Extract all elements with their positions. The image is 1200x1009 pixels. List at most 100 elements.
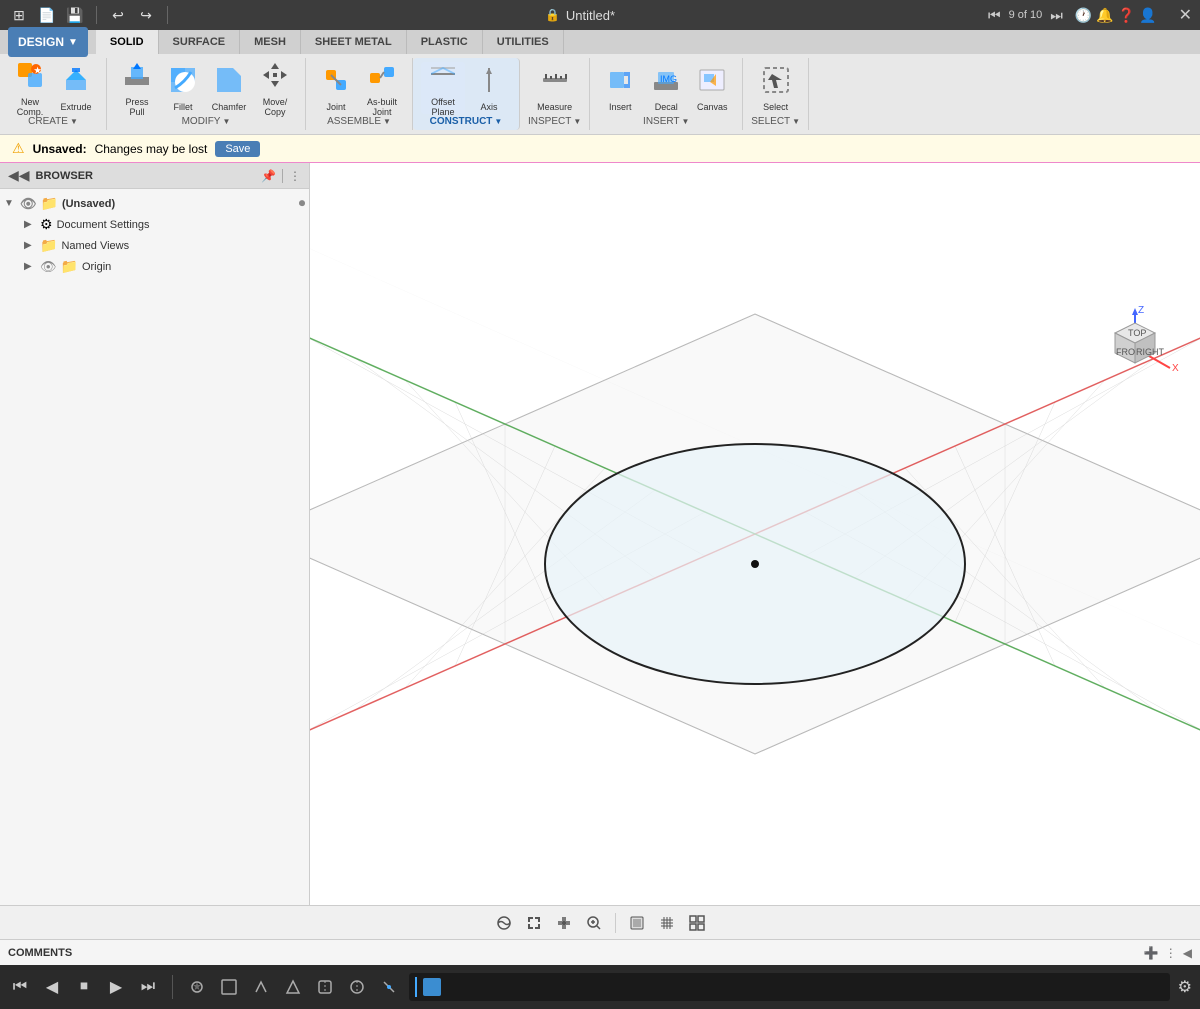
axis-btn[interactable]: Axis (467, 62, 511, 114)
tree-item-origin[interactable]: ▶ 👁 📁 Origin (0, 256, 309, 277)
comments-bar: COMMENTS ➕ ⋮ ◀ (0, 939, 1200, 965)
tree-expand-origin[interactable]: ▶ (24, 261, 36, 272)
timeline-next-btn[interactable]: ▶ (104, 975, 128, 999)
grid-btn[interactable] (654, 910, 680, 936)
undo-btn[interactable]: ↩ (107, 4, 129, 26)
press-pull-btn[interactable]: PressPull (115, 62, 159, 114)
tree-item-doc-settings[interactable]: ▶ ⚙ Document Settings (0, 214, 309, 235)
new-component-btn[interactable]: ★ NewComp. (8, 62, 52, 114)
tree-label-doc-settings: Document Settings (57, 219, 150, 231)
eye-icon-origin[interactable]: 👁 (40, 259, 57, 275)
svg-text:RIGHT: RIGHT (1136, 347, 1165, 357)
unsaved-detail: Changes may be lost (95, 142, 208, 156)
tab-sheet-metal[interactable]: SHEET METAL (301, 30, 407, 54)
orbit-btn[interactable] (491, 910, 517, 936)
tab-plastic[interactable]: PLASTIC (407, 30, 483, 54)
offset-plane-btn[interactable]: OffsetPlane (421, 62, 465, 114)
tab-utilities[interactable]: UTILITIES (483, 30, 564, 54)
inspect-label[interactable]: INSPECT ▼ (528, 116, 581, 127)
tree-item-named-views[interactable]: ▶ 📁 Named Views (0, 235, 309, 256)
unsaved-label: Unsaved: (33, 142, 87, 156)
extrude-btn[interactable]: Extrude (54, 62, 98, 114)
bottom-toolbar (0, 905, 1200, 939)
browser-header: ◀◀ BROWSER 📌 ⋮ (0, 163, 309, 189)
redo-btn[interactable]: ↪ (135, 4, 157, 26)
insert-label[interactable]: INSERT ▼ (643, 116, 689, 127)
ribbon-tabs: DESIGN ▼ SOLID SURFACE MESH SHEET METAL … (0, 30, 1200, 54)
decal-btn[interactable]: IMG Decal (644, 62, 688, 114)
ribbon-content: ★ NewComp. Extrude CREATE ▼ (0, 54, 1200, 134)
sketch-tool-1[interactable] (185, 975, 209, 999)
measure-btn[interactable]: Measure (533, 62, 577, 114)
view-cube[interactable]: Z X TOP FRONT RIGHT (1090, 303, 1180, 393)
tab-mesh[interactable]: MESH (240, 30, 301, 54)
tree-expand-root: ▼ (4, 198, 16, 209)
viewport[interactable]: Z X TOP FRONT RIGHT (310, 163, 1200, 905)
ribbon-group-modify: PressPull Fillet Chamfer (107, 58, 306, 130)
timeline-prev-btn[interactable]: ◀ (40, 975, 64, 999)
browser-panel: ◀◀ BROWSER 📌 ⋮ ▼ 👁 📁 (Unsaved) ⏺ ▶ ⚙ Doc… (0, 163, 310, 905)
asbuilt-btn[interactable]: As-builtJoint (360, 62, 404, 114)
display-mode-btn[interactable] (624, 910, 650, 936)
timeline-last-btn[interactable]: ⏭ (136, 975, 160, 999)
comments-add-btn[interactable]: ➕ (1144, 946, 1159, 960)
tree-expand-doc[interactable]: ▶ (24, 219, 36, 230)
comments-label: COMMENTS (8, 947, 1138, 959)
tab-nav[interactable]: ⏮ 9 of 10 ⏭ 🕐 🔔 ❓ 👤 (988, 7, 1157, 24)
svg-text:TOP: TOP (1128, 328, 1146, 338)
timeline-stop-btn[interactable]: ⏹ (72, 975, 96, 999)
timeline-track[interactable] (409, 973, 1170, 1001)
folder-icon-views: 📁 (40, 237, 57, 254)
design-dropdown[interactable]: DESIGN ▼ (8, 27, 88, 57)
app-menu-icon[interactable]: ⊞ (8, 4, 30, 26)
close-btn[interactable]: ✕ (1179, 5, 1192, 25)
save-btn[interactable]: 💾 (64, 4, 86, 26)
assemble-label[interactable]: ASSEMBLE ▼ (327, 116, 391, 127)
eye-icon-root[interactable]: 👁 (20, 196, 37, 212)
pan-btn[interactable] (551, 910, 577, 936)
tab-solid[interactable]: SOLID (96, 30, 159, 54)
construct-label[interactable]: CONSTRUCT ▼ (430, 116, 503, 127)
move-btn[interactable]: Move/Copy (253, 62, 297, 114)
browser-collapse-btn[interactable]: ◀◀ (8, 167, 30, 184)
browser-pin-btn[interactable]: 📌 (261, 169, 276, 183)
tree-item-root[interactable]: ▼ 👁 📁 (Unsaved) ⏺ (0, 193, 309, 214)
canvas-btn[interactable]: Canvas (690, 62, 734, 114)
modify-label[interactable]: MODIFY ▼ (182, 116, 231, 127)
sketch-tool-5[interactable] (313, 975, 337, 999)
tree-expand-views[interactable]: ▶ (24, 240, 36, 251)
joint-btn[interactable]: Joint (314, 62, 358, 114)
tab-surface[interactable]: SURFACE (159, 30, 241, 54)
select-btn[interactable]: Select (754, 62, 798, 114)
tree-label-root: (Unsaved) (62, 198, 115, 210)
ribbon-group-create: ★ NewComp. Extrude CREATE ▼ (0, 58, 107, 130)
sketch-tool-3[interactable] (249, 975, 273, 999)
sketch-tool-6[interactable] (345, 975, 369, 999)
sketch-tool-7[interactable] (377, 975, 401, 999)
new-component-icon: ★ (14, 59, 46, 95)
chamfer-btn[interactable]: Chamfer (207, 62, 251, 114)
timeline-first-btn[interactable]: ⏮ (8, 975, 32, 999)
comments-more-btn[interactable]: ⋮ (1165, 946, 1177, 960)
record-icon-root[interactable]: ⏺ (299, 196, 305, 211)
sketch-tool-4[interactable] (281, 975, 305, 999)
lock-icon: 🔒 (545, 8, 560, 22)
folder-icon-root: 📁 (41, 195, 58, 212)
notification-bar: ⚠ Unsaved: Changes may be lost Save (0, 135, 1200, 163)
save-button[interactable]: Save (215, 141, 260, 157)
timeline-cursor[interactable] (415, 977, 417, 997)
comments-collapse-btn[interactable]: ◀ (1183, 946, 1192, 960)
insert-btn[interactable]: Insert (598, 62, 642, 114)
browser-title: BROWSER (36, 170, 256, 182)
select-label[interactable]: SELECT ▼ (751, 116, 800, 127)
document-title: Untitled* (566, 8, 615, 23)
fit-view-btn[interactable] (521, 910, 547, 936)
zoom-btn[interactable] (581, 910, 607, 936)
settings-btn[interactable]: ⚙ (1178, 977, 1192, 997)
snap-btn[interactable] (684, 910, 710, 936)
sketch-tool-2[interactable] (217, 975, 241, 999)
fillet-btn[interactable]: Fillet (161, 62, 205, 114)
file-menu-icon[interactable]: 📄 (36, 4, 58, 26)
create-label[interactable]: CREATE ▼ (28, 116, 78, 127)
browser-more-btn[interactable]: ⋮ (289, 169, 301, 183)
